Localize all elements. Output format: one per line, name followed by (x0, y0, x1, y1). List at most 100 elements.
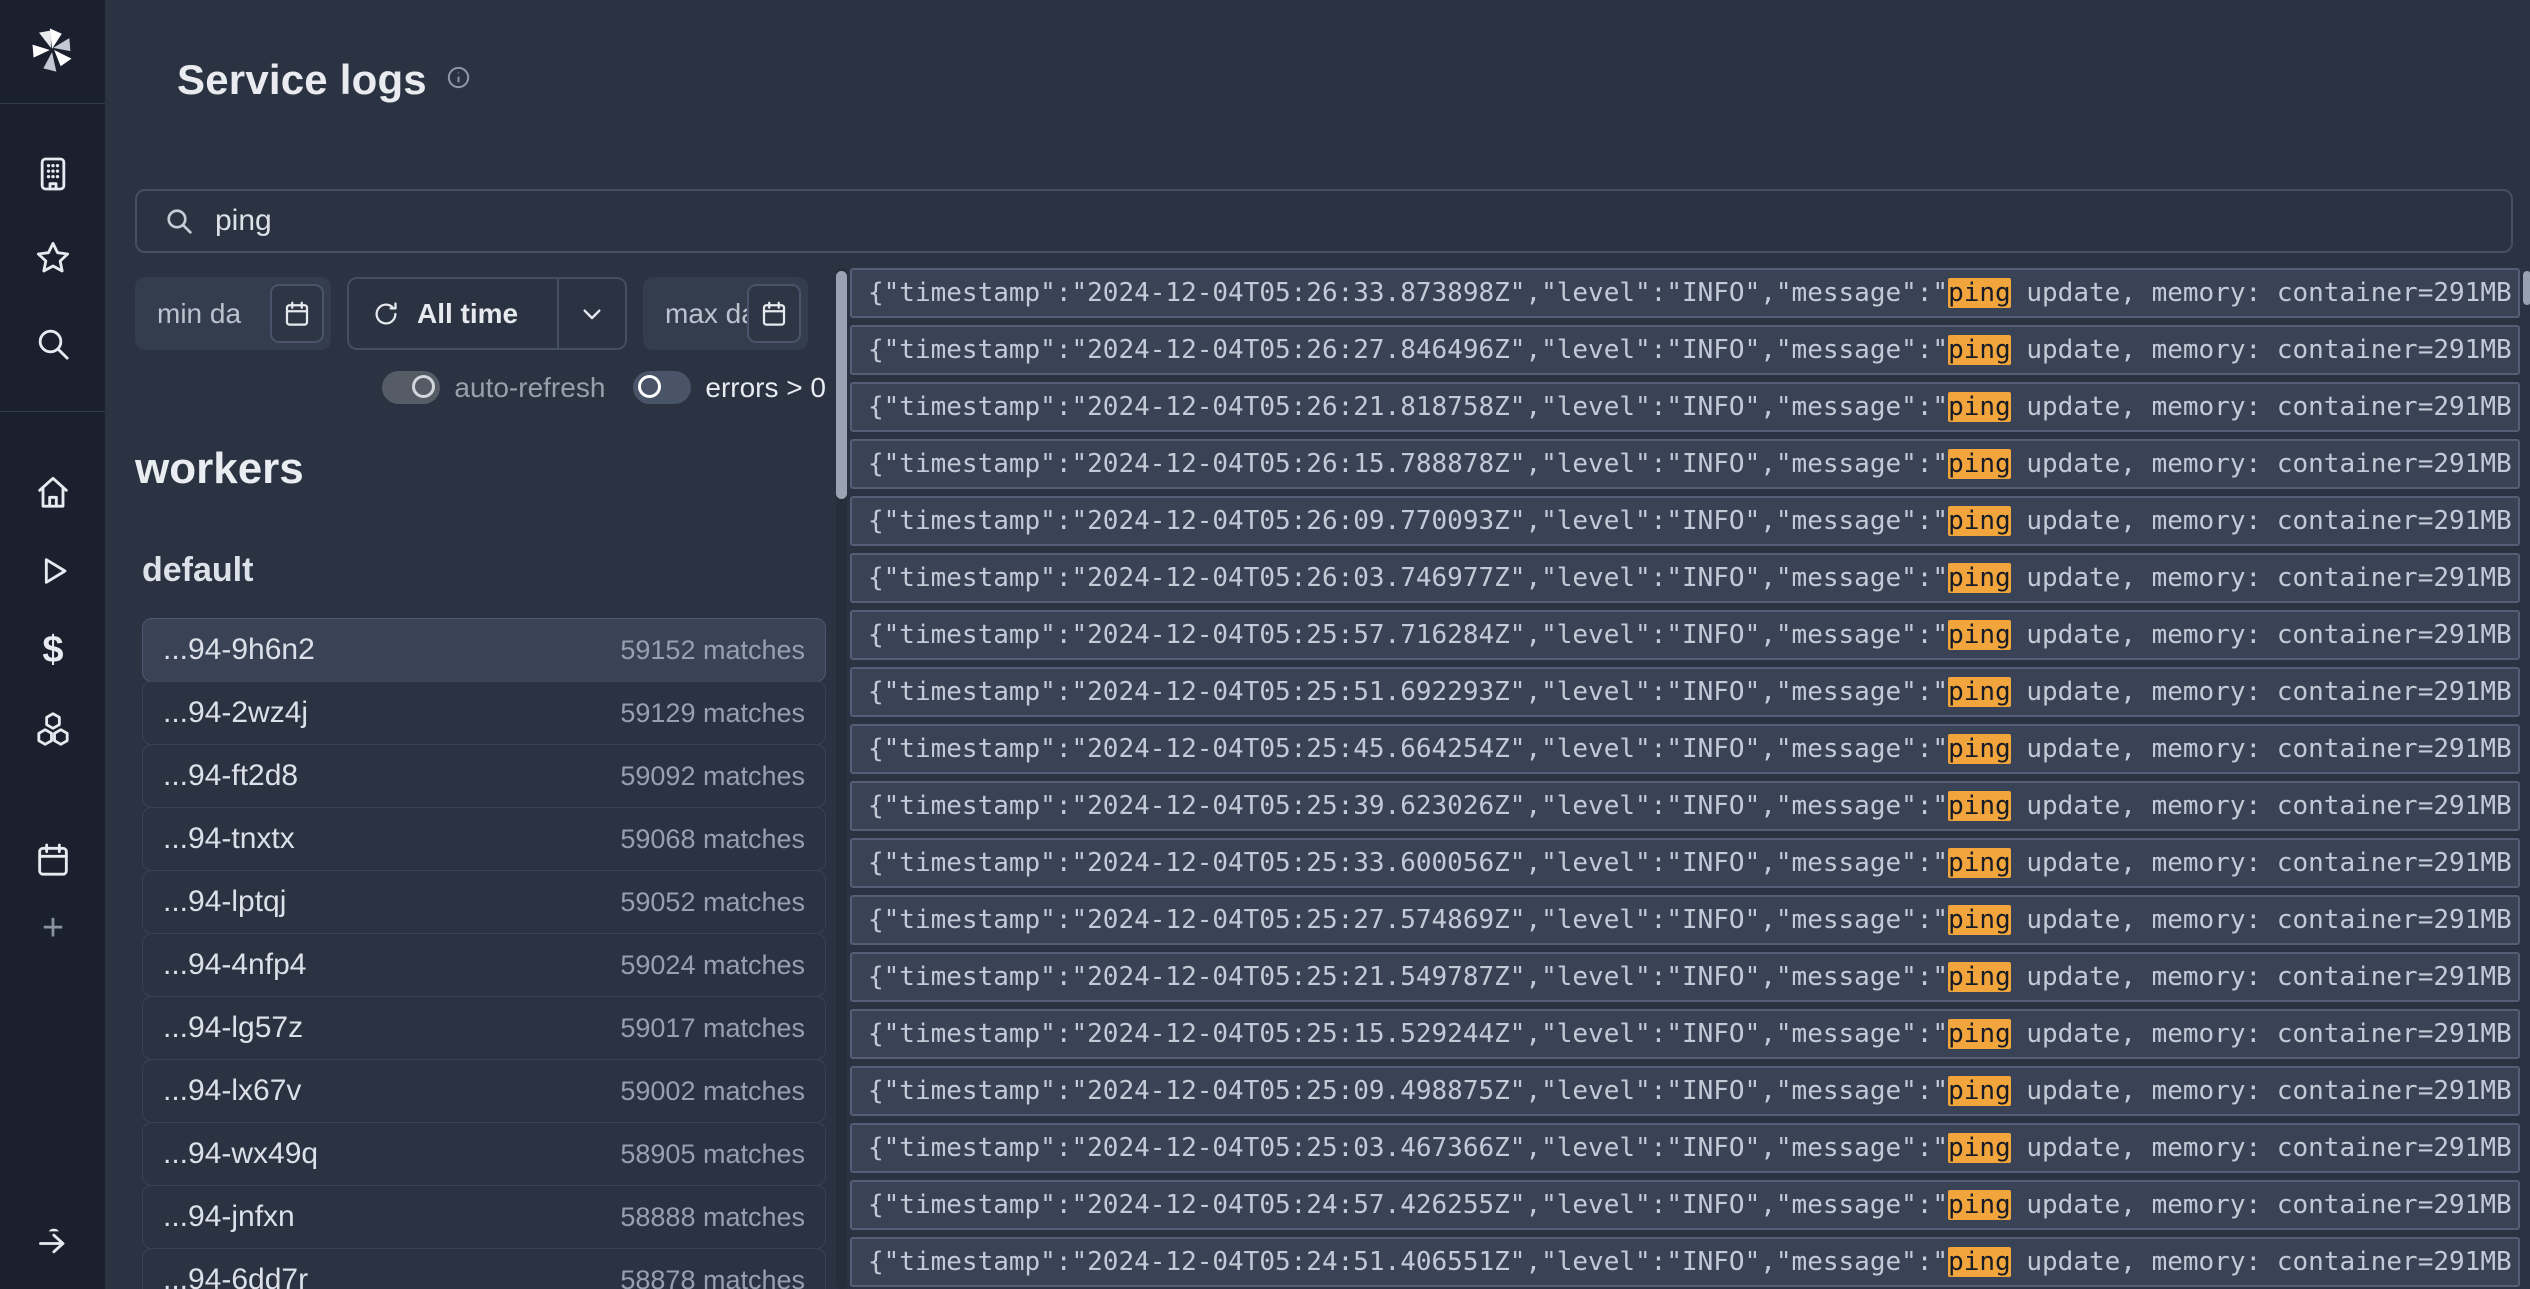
min-date-input[interactable]: min da (135, 277, 331, 350)
worker-name: ...94-2wz4j (163, 696, 308, 730)
log-row[interactable]: {"timestamp":"2024-12-04T05:26:15.788878… (850, 439, 2520, 489)
time-range-chevron-button[interactable] (559, 298, 625, 330)
log-line-prefix: {"timestamp":"2024-12-04T05:25:45.664254… (868, 734, 1948, 764)
errors-only-toggle[interactable] (633, 371, 691, 404)
log-line-prefix: {"timestamp":"2024-12-04T05:24:57.426255… (868, 1190, 1948, 1220)
search-icon[interactable] (31, 322, 75, 366)
scrollbar-thumb[interactable] (836, 271, 847, 499)
log-highlight: ping (1948, 1076, 2011, 1106)
max-date-input[interactable]: max da (643, 277, 808, 350)
expand-sidebar-arrow-icon[interactable] (31, 1219, 75, 1263)
windmill-logo-icon[interactable] (26, 22, 78, 78)
log-highlight: ping (1948, 392, 2011, 422)
log-line-suffix: update, memory: container=291MB (2011, 620, 2512, 650)
worker-name: ...94-wx49q (163, 1137, 318, 1171)
log-line-suffix: update, memory: container=291MB (2011, 677, 2512, 707)
time-range-dropdown[interactable]: All time (347, 277, 627, 350)
log-row[interactable]: {"timestamp":"2024-12-04T05:25:33.600056… (850, 838, 2520, 888)
log-highlight: ping (1948, 506, 2011, 536)
log-row[interactable]: {"timestamp":"2024-12-04T05:25:15.529244… (850, 1009, 2520, 1059)
worker-row[interactable]: ...94-jnfxn 58888 matches (142, 1185, 826, 1249)
log-row[interactable]: {"timestamp":"2024-12-04T05:26:09.770093… (850, 496, 2520, 546)
log-line-suffix: update, memory: container=291MB (2011, 506, 2512, 536)
worker-matches: 58878 matches (620, 1265, 805, 1289)
time-range-label: All time (417, 298, 518, 330)
max-date-calendar-button[interactable] (747, 284, 801, 343)
errors-toggle-label: errors > 0 (705, 372, 826, 404)
log-row[interactable]: {"timestamp":"2024-12-04T05:26:21.818758… (850, 382, 2520, 432)
workspace-building-icon[interactable] (31, 152, 75, 196)
min-date-calendar-button[interactable] (270, 284, 324, 343)
worker-group-heading: default (142, 550, 826, 590)
log-line-suffix: update, memory: container=291MB (2011, 1076, 2512, 1106)
log-row[interactable]: {"timestamp":"2024-12-04T05:26:27.846496… (850, 325, 2520, 375)
worker-row[interactable]: ...94-2wz4j 59129 matches (142, 681, 826, 745)
log-row[interactable]: {"timestamp":"2024-12-04T05:25:51.692293… (850, 667, 2520, 717)
log-line-suffix: update, memory: container=291MB (2011, 848, 2512, 878)
resources-cubes-icon[interactable] (31, 707, 75, 751)
toggle-knob (638, 375, 661, 398)
log-row[interactable]: {"timestamp":"2024-12-04T05:25:03.467366… (850, 1123, 2520, 1173)
log-row[interactable]: {"timestamp":"2024-12-04T05:25:09.498875… (850, 1066, 2520, 1116)
log-line-prefix: {"timestamp":"2024-12-04T05:26:33.873898… (868, 278, 1948, 308)
worker-name: ...94-jnfxn (163, 1200, 295, 1234)
log-line-prefix: {"timestamp":"2024-12-04T05:26:15.788878… (868, 449, 1948, 479)
scrollbar-thumb[interactable] (2523, 271, 2530, 305)
workers-heading: workers (135, 444, 826, 494)
log-row[interactable]: {"timestamp":"2024-12-04T05:25:27.574869… (850, 895, 2520, 945)
favorites-star-icon[interactable] (31, 236, 75, 280)
worker-row[interactable]: ...94-wx49q 58905 matches (142, 1122, 826, 1186)
worker-row[interactable]: ...94-6dd7r 58878 matches (142, 1248, 826, 1289)
log-list-scrollbar[interactable] (836, 268, 847, 1289)
worker-row[interactable]: ...94-9h6n2 59152 matches (142, 618, 826, 682)
log-row[interactable]: {"timestamp":"2024-12-04T05:26:03.746977… (850, 553, 2520, 603)
worker-row[interactable]: ...94-lg57z 59017 matches (142, 996, 826, 1060)
worker-row[interactable]: ...94-4nfp4 59024 matches (142, 933, 826, 997)
worker-row[interactable]: ...94-ft2d8 59092 matches (142, 744, 826, 808)
info-icon[interactable] (445, 64, 472, 96)
auto-refresh-toggle[interactable] (382, 371, 440, 404)
log-line-prefix: {"timestamp":"2024-12-04T05:25:51.692293… (868, 677, 1948, 707)
log-highlight: ping (1948, 962, 2011, 992)
time-range-main: All time (349, 298, 557, 330)
log-row[interactable]: {"timestamp":"2024-12-04T05:25:57.716284… (850, 610, 2520, 660)
log-row[interactable]: {"timestamp":"2024-12-04T05:24:51.406551… (850, 1237, 2520, 1287)
billing-dollar-icon[interactable]: $ (31, 628, 75, 672)
log-highlight: ping (1948, 620, 2011, 650)
log-line-prefix: {"timestamp":"2024-12-04T05:25:39.623026… (868, 791, 1948, 821)
log-row[interactable]: {"timestamp":"2024-12-04T05:25:39.623026… (850, 781, 2520, 831)
home-icon[interactable] (31, 470, 75, 514)
log-highlight: ping (1948, 734, 2011, 764)
page-scrollbar[interactable] (2523, 268, 2530, 1289)
log-line-suffix: update, memory: container=291MB (2011, 1019, 2512, 1049)
worker-list: ...94-9h6n2 59152 matches ...94-2wz4j 59… (142, 618, 826, 1289)
schedules-calendar-icon[interactable] (31, 838, 75, 882)
worker-matches: 58905 matches (620, 1139, 805, 1170)
log-line-prefix: {"timestamp":"2024-12-04T05:25:21.549787… (868, 962, 1948, 992)
worker-row[interactable]: ...94-lx67v 59002 matches (142, 1059, 826, 1123)
page-title: Service logs (177, 56, 427, 104)
log-highlight: ping (1948, 1019, 2011, 1049)
search-input[interactable] (215, 204, 2415, 238)
log-row[interactable]: {"timestamp":"2024-12-04T05:25:21.549787… (850, 952, 2520, 1002)
log-row[interactable]: {"timestamp":"2024-12-04T05:24:57.426255… (850, 1180, 2520, 1230)
log-line-suffix: update, memory: container=291MB (2011, 392, 2512, 422)
log-line-prefix: {"timestamp":"2024-12-04T05:25:33.600056… (868, 848, 1948, 878)
add-plus-icon[interactable]: + (31, 906, 75, 950)
log-row[interactable]: {"timestamp":"2024-12-04T05:26:33.873898… (850, 268, 2520, 318)
runs-play-icon[interactable] (31, 549, 75, 593)
log-line-suffix: update, memory: container=291MB (2011, 962, 2512, 992)
log-line-prefix: {"timestamp":"2024-12-04T05:26:21.818758… (868, 392, 1948, 422)
log-line-prefix: {"timestamp":"2024-12-04T05:26:27.846496… (868, 335, 1948, 365)
worker-row[interactable]: ...94-lptqj 59052 matches (142, 870, 826, 934)
log-highlight: ping (1948, 449, 2011, 479)
log-row[interactable]: {"timestamp":"2024-12-04T05:25:45.664254… (850, 724, 2520, 774)
sidebar-divider (0, 103, 105, 104)
log-line-suffix: update, memory: container=291MB (2011, 563, 2512, 593)
worker-row[interactable]: ...94-tnxtx 59068 matches (142, 807, 826, 871)
worker-name: ...94-4nfp4 (163, 948, 306, 982)
worker-matches: 59002 matches (620, 1076, 805, 1107)
log-search-bar (135, 189, 2513, 253)
worker-matches: 59152 matches (620, 635, 805, 666)
toggle-row: auto-refresh errors > 0 (135, 371, 826, 404)
